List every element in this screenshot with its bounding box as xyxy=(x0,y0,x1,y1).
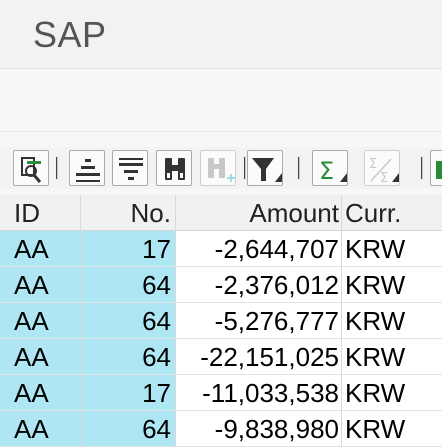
cell-currency[interactable]: KRW xyxy=(342,303,442,339)
cell-id[interactable]: AA xyxy=(0,231,81,267)
filter-icon xyxy=(252,158,282,182)
table-row[interactable]: AA 17 -2,644,707 KRW xyxy=(0,231,442,267)
find-button[interactable] xyxy=(156,150,192,186)
toolbar-separator xyxy=(56,157,58,179)
column-header-id[interactable]: ID xyxy=(0,195,81,231)
app-header: SAP xyxy=(0,0,442,69)
table-row[interactable]: AA 64 -9,838,980 KRW xyxy=(0,411,442,447)
toolbar-separator xyxy=(421,157,423,179)
cell-amount[interactable]: -22,151,025 xyxy=(176,339,342,375)
cell-no[interactable]: 64 xyxy=(81,267,176,303)
cell-id[interactable]: AA xyxy=(0,411,81,447)
subtotal-button[interactable]: Σ Σ xyxy=(364,150,400,186)
details-button[interactable] xyxy=(13,150,49,186)
alv-toolbar: Σ Σ Σ xyxy=(0,147,442,189)
table-row[interactable]: AA 64 -5,276,777 KRW xyxy=(0,303,442,339)
cell-currency[interactable]: KRW xyxy=(342,267,442,303)
svg-text:Σ: Σ xyxy=(380,171,388,186)
cell-no[interactable]: 64 xyxy=(81,303,176,339)
more-button[interactable] xyxy=(430,150,442,186)
sort-descending-icon xyxy=(119,158,143,180)
cell-id[interactable]: AA xyxy=(0,375,81,411)
cell-currency[interactable]: KRW xyxy=(342,339,442,375)
column-header-no[interactable]: No. xyxy=(81,195,176,231)
cell-currency[interactable]: KRW xyxy=(342,411,442,447)
cell-no[interactable]: 17 xyxy=(81,375,176,411)
sort-ascending-icon xyxy=(76,159,100,182)
cell-amount[interactable]: -2,376,012 xyxy=(176,267,342,303)
find-next-icon xyxy=(208,158,235,182)
table-row[interactable]: AA 64 -22,151,025 KRW xyxy=(0,339,442,375)
cell-amount[interactable]: -5,276,777 xyxy=(176,303,342,339)
cell-amount[interactable]: -11,033,538 xyxy=(176,375,342,411)
cell-no[interactable]: 64 xyxy=(81,411,176,447)
find-icon xyxy=(165,158,185,180)
app-title: SAP xyxy=(33,14,107,55)
table-row[interactable]: AA 64 -2,376,012 KRW xyxy=(0,267,442,303)
filter-button[interactable] xyxy=(247,150,283,186)
cell-no[interactable]: 17 xyxy=(81,231,176,267)
total-button[interactable]: Σ xyxy=(312,150,348,186)
cell-id[interactable]: AA xyxy=(0,303,81,339)
table-header-row: ID No. Amount Curr. xyxy=(0,195,442,231)
cell-amount[interactable]: -2,644,707 xyxy=(176,231,342,267)
cell-amount[interactable]: -9,838,980 xyxy=(176,411,342,447)
find-next-button[interactable] xyxy=(200,150,236,186)
subtotal-icon: Σ Σ xyxy=(369,157,399,186)
toolbar-area xyxy=(0,69,442,132)
toolbar-separator xyxy=(244,157,246,179)
cell-no[interactable]: 64 xyxy=(81,339,176,375)
cell-id[interactable]: AA xyxy=(0,339,81,375)
table-row[interactable]: AA 17 -11,033,538 KRW xyxy=(0,375,442,411)
toolbar-separator xyxy=(298,157,300,179)
sort-descending-button[interactable] xyxy=(112,150,148,186)
alv-grid: ID No. Amount Curr. AA 17 -2,644,707 KRW… xyxy=(0,195,442,447)
cell-currency[interactable]: KRW xyxy=(342,231,442,267)
sort-ascending-button[interactable] xyxy=(69,150,105,186)
svg-text:Σ: Σ xyxy=(369,157,377,172)
cell-currency[interactable]: KRW xyxy=(342,375,442,411)
more-icon xyxy=(436,161,442,179)
svg-text:Σ: Σ xyxy=(319,157,334,185)
column-header-amount[interactable]: Amount xyxy=(176,195,342,231)
column-header-currency[interactable]: Curr. xyxy=(342,195,442,231)
details-icon xyxy=(21,157,42,183)
cell-id[interactable]: AA xyxy=(0,267,81,303)
total-icon: Σ xyxy=(319,157,347,185)
